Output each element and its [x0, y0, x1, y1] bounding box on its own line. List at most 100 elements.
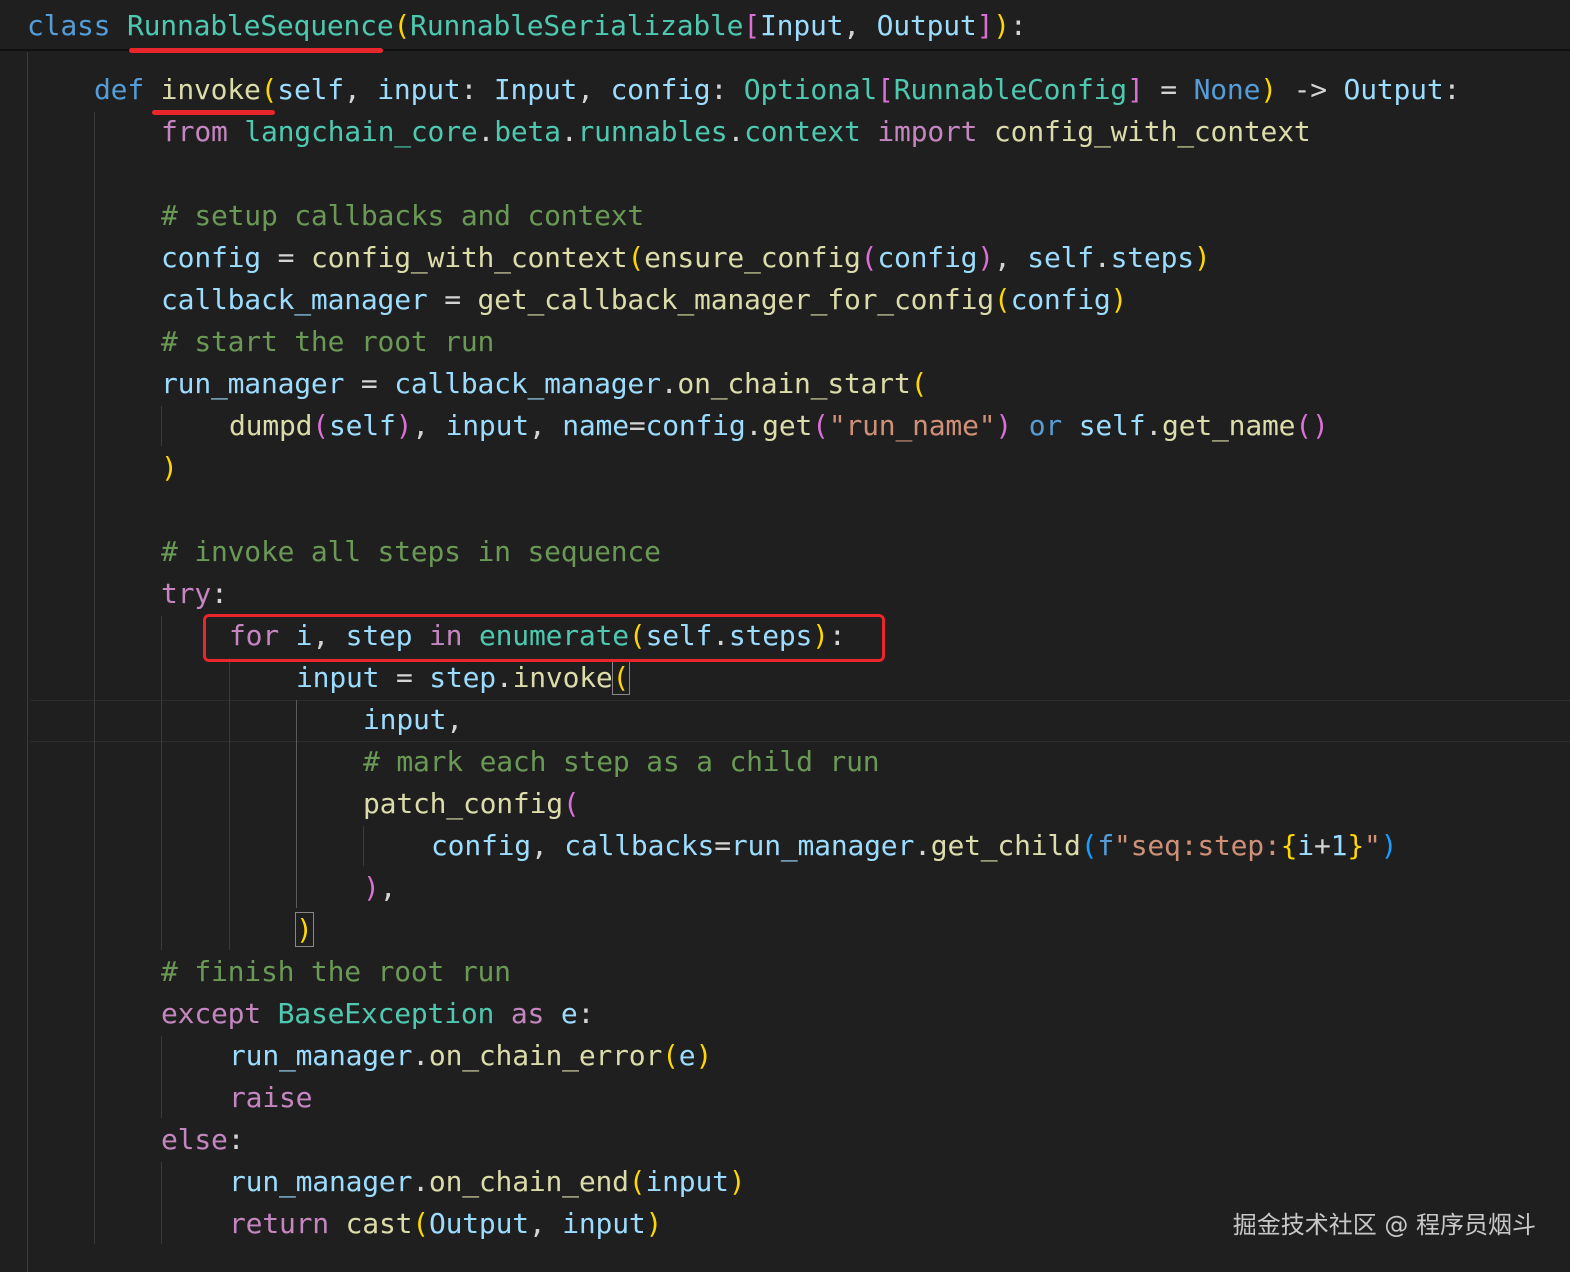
keyword: raise — [229, 1081, 313, 1114]
type: Input — [493, 73, 578, 106]
function-name: get_name — [1162, 409, 1296, 442]
punct: , — [412, 409, 446, 442]
code-editor[interactable]: class RunnableSequence(RunnableSerializa… — [0, 0, 1570, 1272]
bracket: { — [1280, 829, 1298, 862]
code-line-11[interactable]: # invoke all steps in sequence — [161, 532, 661, 572]
code-line-10[interactable]: ) — [161, 448, 178, 488]
punct: , — [993, 241, 1028, 274]
punct: . — [1093, 241, 1111, 274]
code-line-12[interactable]: try: — [161, 574, 228, 614]
bracket: ) — [995, 409, 1013, 442]
function-name: ensure_config — [644, 241, 861, 274]
code-line-22[interactable]: except BaseException as e: — [161, 994, 594, 1034]
variable: input — [562, 1207, 646, 1240]
keyword: except — [161, 997, 261, 1030]
function-name: dumpd — [229, 409, 313, 442]
constant: None — [1193, 73, 1261, 106]
bracket: ) — [977, 241, 994, 274]
punct: -> — [1276, 73, 1344, 106]
comment: # start the root run — [161, 325, 495, 358]
variable: input — [445, 409, 529, 442]
comment: # finish the root run — [161, 955, 511, 988]
indent-guide — [296, 700, 297, 908]
type-param: Output — [876, 9, 977, 42]
code-line-21[interactable]: # finish the root run — [161, 952, 511, 992]
code-line-4[interactable]: # setup callbacks and context — [161, 196, 644, 236]
variable: self — [328, 409, 396, 442]
code-line-3[interactable]: from langchain_core.beta.runnables.conte… — [161, 112, 1311, 152]
code-line-5[interactable]: config = config_with_context(ensure_conf… — [161, 238, 1211, 278]
bracket: ( — [993, 283, 1011, 316]
string: "seq:step: — [1114, 829, 1281, 862]
bracket: ) — [728, 1165, 746, 1198]
code-line-23[interactable]: run_manager.on_chain_error(e) — [229, 1036, 712, 1076]
code-line-8[interactable]: run_manager = callback_manager.on_chain_… — [161, 364, 928, 404]
code-line-19[interactable]: ), — [363, 868, 397, 908]
bracket: } — [1347, 829, 1364, 862]
function-name: get — [762, 409, 813, 442]
code-line-7[interactable]: # start the root run — [161, 322, 494, 362]
kwarg-name: callbacks — [564, 829, 715, 862]
bracket: ) — [395, 409, 413, 442]
variable: run_manager — [229, 1165, 413, 1198]
keyword: try — [161, 577, 211, 610]
punct: : — [210, 577, 228, 610]
comment: # setup callbacks and context — [161, 199, 645, 232]
bracket: ) — [1260, 73, 1277, 106]
param: config — [610, 73, 711, 106]
code-line-20[interactable]: ) — [295, 910, 314, 950]
variable: callback_manager — [394, 367, 661, 400]
variable: config — [877, 241, 978, 274]
variable: config — [1010, 283, 1111, 316]
class-name-underline — [129, 48, 383, 53]
code-line-18[interactable]: config, callbacks=run_manager.get_child(… — [431, 826, 1398, 866]
punct: = — [427, 283, 478, 316]
code-line-16[interactable]: # mark each step as a child run — [363, 742, 880, 782]
bracket: () — [1295, 409, 1329, 442]
bracket: ( — [562, 787, 580, 820]
variable: input — [363, 703, 447, 736]
punct: . — [477, 115, 495, 148]
bracket: ) — [993, 9, 1010, 42]
base-class: RunnableSerializable — [410, 9, 744, 42]
code-line-15[interactable]: input, — [363, 700, 463, 740]
type: Output — [428, 1207, 529, 1240]
module: context — [744, 115, 861, 148]
code-line-24[interactable]: raise — [229, 1078, 312, 1118]
function-name: config_with_context — [994, 115, 1311, 148]
variable: e — [560, 997, 578, 1030]
current-line-highlight — [30, 700, 1570, 742]
code-line-9[interactable]: dumpd(self), input, name=config.get("run… — [229, 406, 1329, 446]
code-line-17[interactable]: patch_config( — [363, 784, 580, 824]
bracket: ( — [910, 367, 928, 400]
code-line-1[interactable]: class RunnableSequence(RunnableSerializa… — [27, 6, 1027, 46]
bracket: ( — [260, 73, 278, 106]
punct: . — [560, 115, 578, 148]
invoke-underline — [152, 110, 275, 115]
variable: config — [431, 829, 531, 862]
code-line-27[interactable]: return cast(Output, input) — [229, 1204, 662, 1244]
keyword: def — [94, 73, 144, 106]
punct: : — [577, 997, 595, 1030]
code-line-26[interactable]: run_manager.on_chain_end(input) — [229, 1162, 746, 1202]
bracket: ( — [627, 241, 645, 274]
variable: run_manager — [730, 829, 915, 862]
punct: . — [745, 409, 763, 442]
class-name: BaseException — [277, 997, 495, 1030]
function-name: invoke — [160, 73, 261, 106]
indent-guide — [27, 52, 28, 1272]
function-name: invoke — [512, 661, 613, 694]
variable: e — [678, 1039, 696, 1072]
code-line-6[interactable]: callback_manager = get_callback_manager_… — [161, 280, 1127, 320]
keyword: import — [877, 115, 978, 148]
type: RunnableConfig — [893, 73, 1127, 106]
watermark: 掘金技术社区 @ 程序员烟斗 — [1232, 1211, 1536, 1239]
bracket: ( — [1080, 829, 1098, 862]
code-line-14[interactable]: input = step.invoke( — [296, 658, 631, 698]
bracket: ) — [1110, 283, 1128, 316]
code-line-25[interactable]: else: — [161, 1120, 245, 1160]
keyword: return — [229, 1207, 329, 1240]
punct: . — [412, 1165, 429, 1198]
code-line-2[interactable]: def invoke(self, input: Input, config: O… — [94, 70, 1460, 110]
string: " — [1363, 829, 1381, 862]
